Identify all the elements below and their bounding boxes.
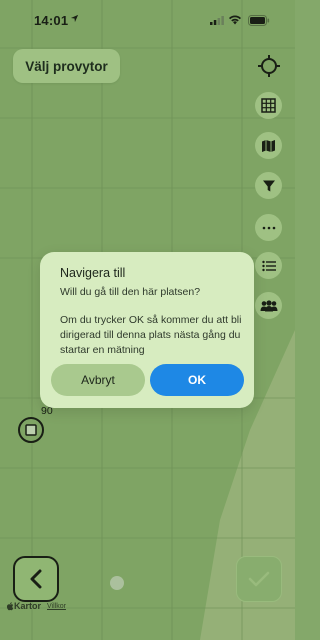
cancel-label: Avbryt — [81, 373, 115, 387]
cancel-button[interactable]: Avbryt — [51, 364, 145, 396]
dialog-message: Om du trycker OK så kommer du att bli di… — [60, 314, 242, 356]
ok-button[interactable]: OK — [150, 364, 244, 396]
dialog-title: Navigera till — [60, 266, 126, 280]
navigate-dialog: Navigera till Will du gå till den här pl… — [40, 252, 254, 408]
dialog-question: Will du gå till den här platsen? — [60, 286, 201, 298]
ok-label: OK — [188, 373, 206, 387]
